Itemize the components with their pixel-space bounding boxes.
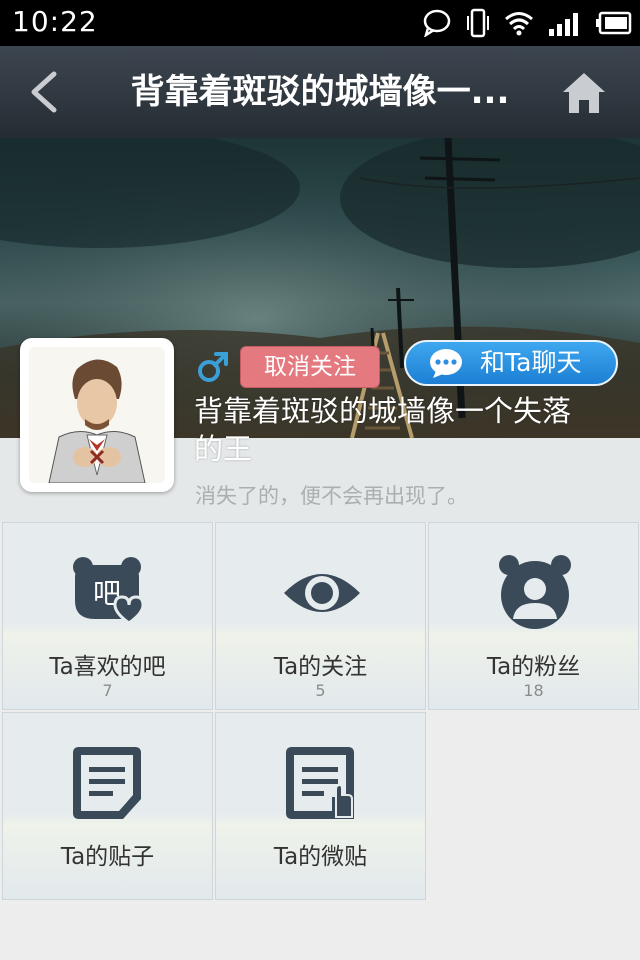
back-arrow-icon[interactable] (22, 68, 66, 116)
username: 背靠着斑驳的城墙像一个失落 的王 (194, 392, 624, 468)
grid-item-posts[interactable]: Ta的贴子 (2, 712, 213, 900)
grid-item-following[interactable]: Ta的关注 5 (215, 522, 426, 710)
grid-item-label: Ta的贴子 (60, 844, 155, 870)
username-line-1: 背靠着斑驳的城墙像一个失落 (194, 394, 572, 428)
signal-icon (549, 13, 578, 36)
status-bar: 10:22 (0, 0, 640, 46)
grid-item-count: 5 (315, 681, 326, 700)
eye-icon (284, 574, 360, 612)
chat-button[interactable]: 和Ta聊天 (404, 340, 618, 386)
avatar[interactable] (20, 338, 174, 492)
unfollow-button[interactable]: 取消关注 (240, 346, 380, 388)
grid-item-fans[interactable]: Ta的粉丝 18 (428, 522, 639, 710)
grid-item-count: 7 (102, 681, 113, 700)
male-gender-icon (196, 350, 230, 384)
status-icons (422, 6, 632, 40)
grid-item-count: 18 (523, 681, 544, 700)
grid-item-label: Ta的粉丝 (486, 654, 581, 680)
page-title: 背靠着斑驳的城墙像一... (130, 72, 510, 112)
liked-bars-icon: 吧 (73, 557, 145, 625)
grid-item-label: Ta的关注 (273, 654, 368, 680)
signature-text: 消失了的，便不会再出现了。 (195, 484, 468, 508)
chat-bubble-icon (423, 9, 451, 37)
grid-item-liked-bars[interactable]: 吧 Ta喜欢的吧 7 (2, 522, 213, 710)
micro-posts-icon (286, 747, 354, 819)
username-line-2: 的王 (194, 432, 253, 466)
avatar-image (29, 347, 165, 483)
status-time: 10:22 (12, 5, 98, 38)
wifi-icon (505, 12, 533, 36)
grid-item-label: Ta的微贴 (273, 844, 368, 870)
grid-item-micro-posts[interactable]: Ta的微贴 (215, 712, 426, 900)
nav-bar: 背靠着斑驳的城墙像一... (0, 46, 640, 139)
chat-button-label: 和Ta聊天 (480, 348, 582, 377)
chat-bubble-icon (430, 349, 462, 378)
posts-icon (73, 747, 141, 819)
battery-icon (596, 11, 632, 35)
vibrate-icon (467, 8, 489, 38)
fans-icon (499, 555, 571, 629)
home-icon[interactable] (560, 70, 608, 116)
grid-item-label: Ta喜欢的吧 (49, 654, 166, 680)
